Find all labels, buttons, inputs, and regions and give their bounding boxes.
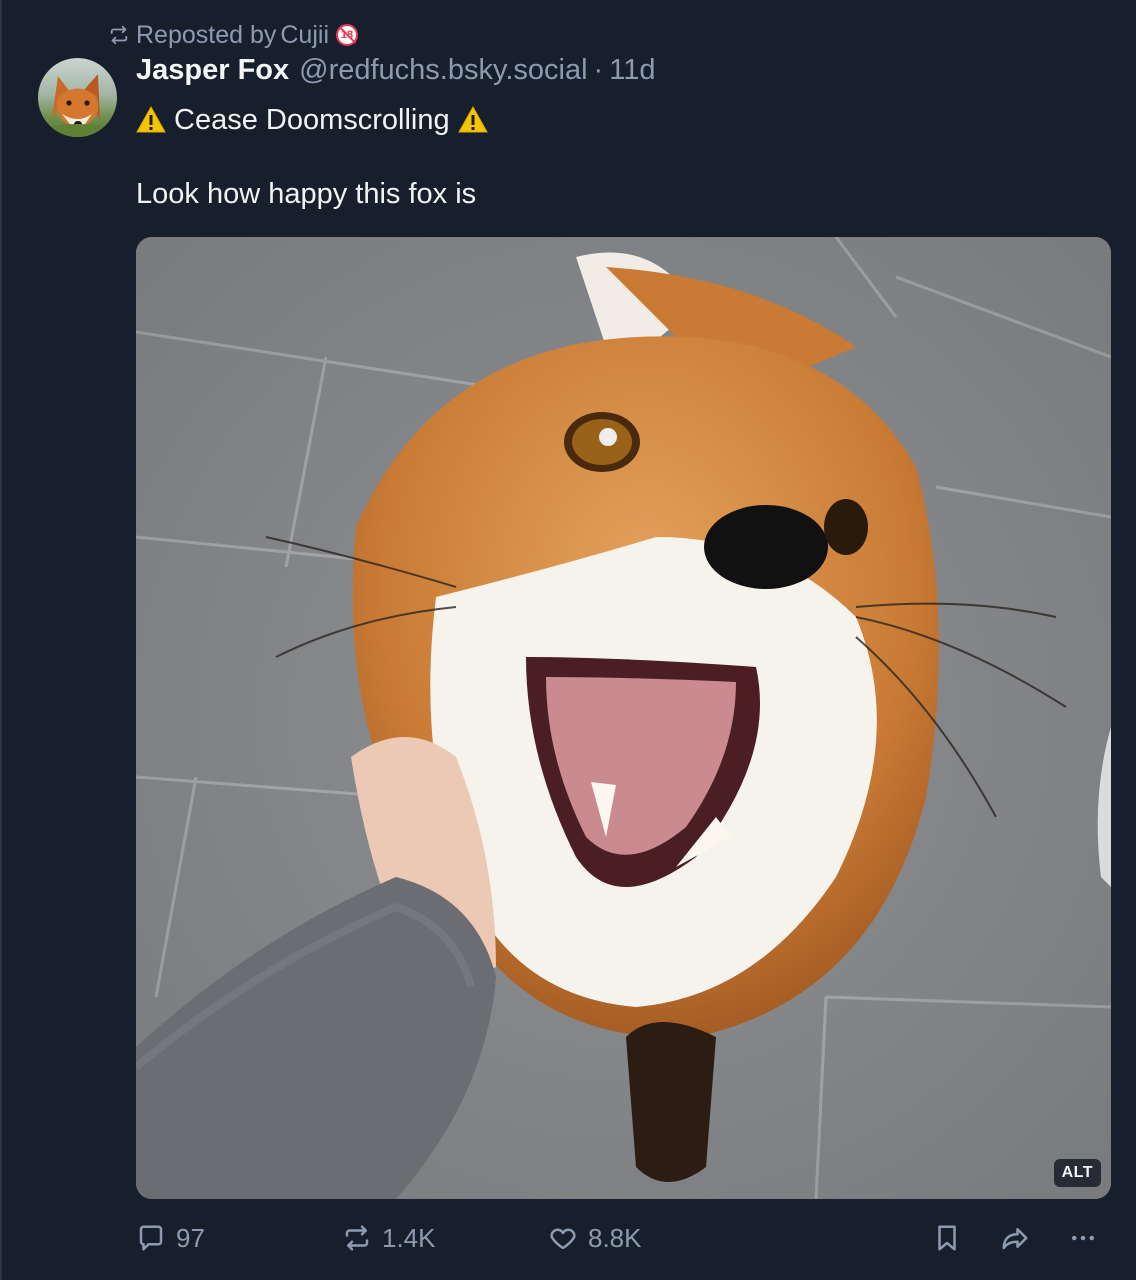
- heart-icon: [550, 1228, 576, 1250]
- warning-icon: [457, 106, 488, 133]
- author-display-name[interactable]: Jasper Fox: [136, 54, 289, 87]
- fox-avatar-icon: [38, 74, 117, 137]
- post-body-text: Look how happy this fox is: [136, 178, 477, 210]
- post-image[interactable]: ALT: [136, 237, 1111, 1199]
- post-timestamp[interactable]: 11d: [609, 54, 655, 87]
- repost-icon: [345, 1225, 369, 1251]
- reply-button[interactable]: 97: [136, 1216, 205, 1260]
- repost-count: 1.4K: [382, 1222, 436, 1253]
- fox-photo-icon: [136, 237, 1111, 1199]
- ellipsis-icon: [1072, 1235, 1094, 1241]
- alt-text-button[interactable]: ALT: [1053, 1159, 1101, 1187]
- author-avatar[interactable]: [38, 58, 117, 137]
- reply-count: 97: [176, 1222, 205, 1253]
- repost-button[interactable]: 1.4K: [342, 1216, 436, 1260]
- no-18-icon: 18: [336, 24, 358, 46]
- repost-indicator[interactable]: Reposted by Cujii 18: [108, 18, 358, 52]
- like-count: 8.8K: [588, 1222, 642, 1253]
- bookmark-icon: [938, 1225, 956, 1251]
- warning-icon: [136, 106, 166, 133]
- reposter-name[interactable]: Cujii: [280, 21, 329, 50]
- post-actions: 97 1.4K 8.8K: [136, 1216, 1111, 1260]
- repost-icon: [110, 25, 128, 45]
- post-card[interactable]: Reposted by Cujii 18 Jasper Fox @redfuch…: [0, 0, 1136, 1280]
- more-options-button[interactable]: [1068, 1216, 1098, 1260]
- author-handle[interactable]: @redfuchs.bsky.social: [299, 54, 587, 87]
- post-header: Jasper Fox @redfuchs.bsky.social · 11d: [136, 54, 655, 96]
- bookmark-button[interactable]: [932, 1216, 962, 1260]
- like-button[interactable]: 8.8K: [548, 1216, 642, 1260]
- separator-dot: ·: [593, 54, 604, 86]
- share-button[interactable]: [1000, 1216, 1030, 1260]
- tagline-text: Cease Doomscrolling: [174, 103, 450, 136]
- reply-icon: [139, 1225, 163, 1251]
- author-tagline: Cease Doomscrolling: [136, 100, 488, 140]
- repost-prefix: Reposted by: [136, 20, 277, 49]
- share-icon: [1002, 1228, 1028, 1250]
